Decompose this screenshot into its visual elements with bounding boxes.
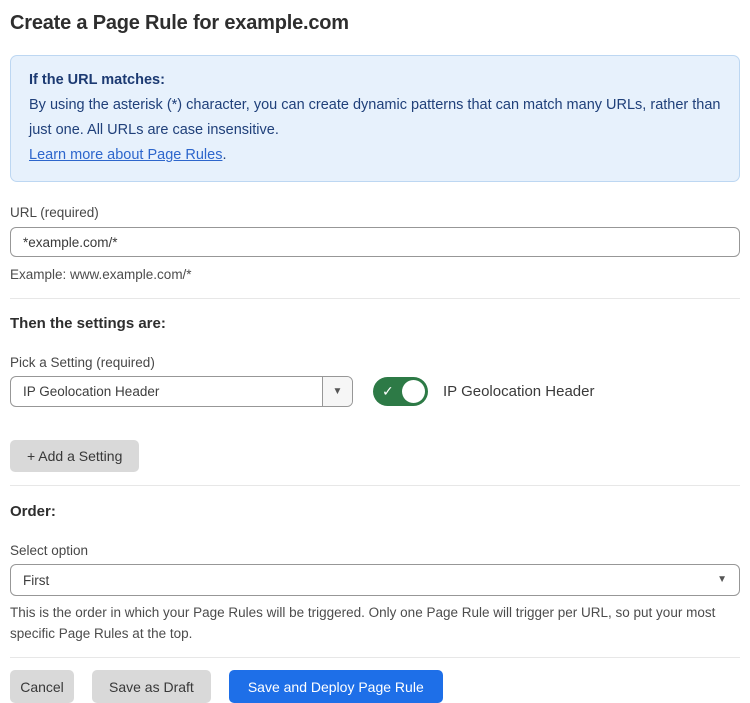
ip-geolocation-toggle[interactable]: ✓ (373, 377, 428, 406)
order-helper-text: This is the order in which your Page Rul… (10, 602, 740, 644)
info-box-heading: If the URL matches: (29, 68, 721, 93)
url-match-info-box: If the URL matches: By using the asteris… (10, 55, 740, 182)
toggle-knob (402, 380, 425, 403)
setting-row: IP Geolocation Header ▼ ✓ IP Geolocation… (10, 376, 740, 407)
setting-select-value: IP Geolocation Header (11, 377, 322, 406)
settings-section-heading: Then the settings are: (10, 315, 740, 332)
caret-down-icon: ▼ (717, 575, 727, 585)
setting-select-arrow-button[interactable]: ▼ (322, 377, 352, 406)
order-select-label: Select option (10, 543, 740, 558)
url-input[interactable] (10, 227, 740, 257)
order-select-value: First (11, 573, 717, 588)
divider (10, 485, 740, 486)
check-icon: ✓ (382, 383, 394, 400)
order-section-heading: Order: (10, 503, 740, 520)
divider (10, 298, 740, 299)
add-setting-button[interactable]: + Add a Setting (10, 440, 139, 472)
setting-select[interactable]: IP Geolocation Header ▼ (10, 376, 353, 407)
create-page-rule-form: Create a Page Rule for example.com If th… (0, 0, 750, 703)
link-period: . (222, 147, 226, 163)
divider (10, 657, 740, 658)
caret-down-icon: ▼ (333, 387, 343, 397)
pick-setting-label: Pick a Setting (required) (10, 355, 740, 370)
url-field-label: URL (required) (10, 205, 740, 220)
order-select[interactable]: First ▼ (10, 564, 740, 596)
info-box-link-line: Learn more about Page Rules. (29, 143, 721, 168)
page-title: Create a Page Rule for example.com (10, 12, 740, 35)
learn-more-link[interactable]: Learn more about Page Rules (29, 147, 222, 163)
toggle-label: IP Geolocation Header (443, 383, 595, 400)
url-example-helper: Example: www.example.com/* (10, 264, 740, 285)
info-box-body: By using the asterisk (*) character, you… (29, 93, 721, 143)
